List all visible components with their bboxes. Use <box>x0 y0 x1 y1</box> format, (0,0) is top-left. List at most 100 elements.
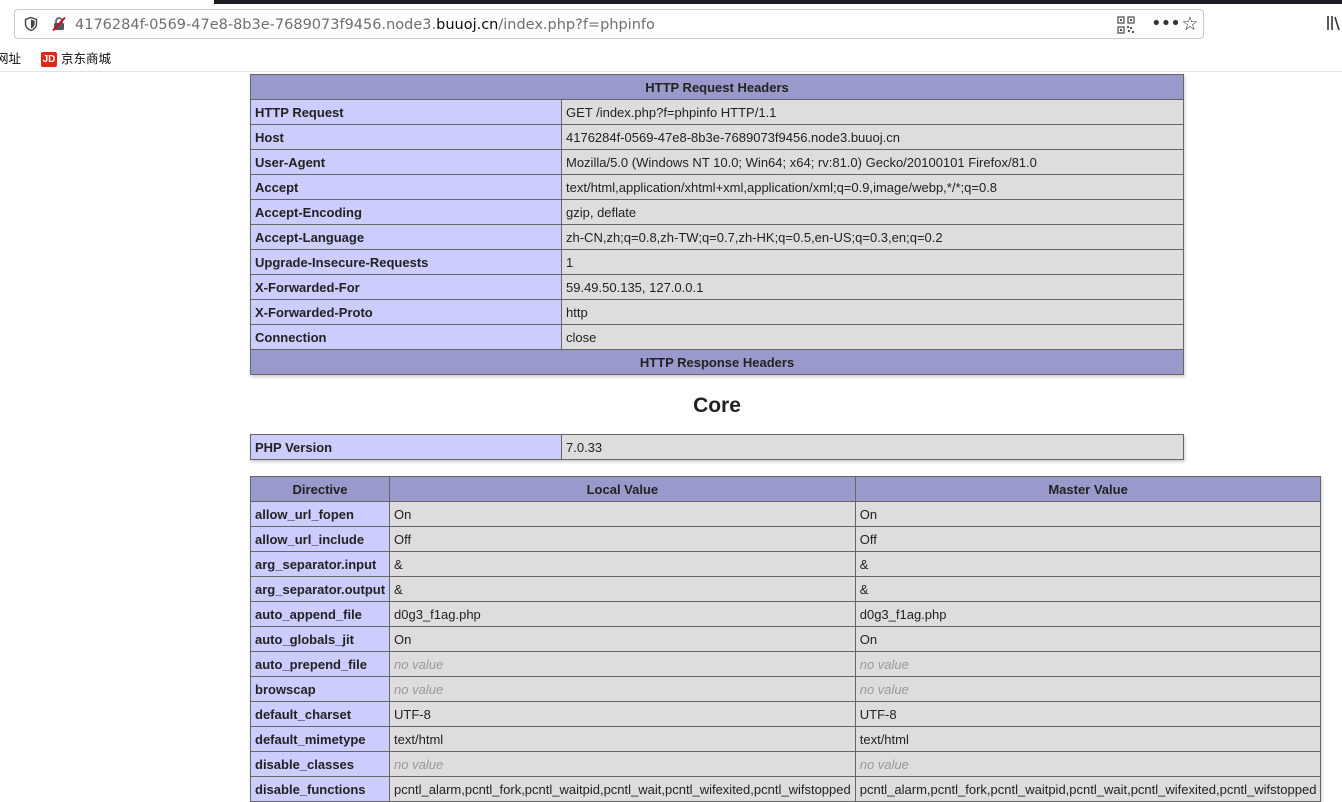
header-value: 4176284f-0569-47e8-8b3e-7689073f9456.nod… <box>561 124 1184 150</box>
table-row: Upgrade-Insecure-Requests 1 <box>250 249 1184 275</box>
table-row: disable_functions pcntl_alarm,pcntl_fork,… <box>249 776 1322 802</box>
request-headers-table: HTTP Request Headers HTTP Request GET /in… <box>250 74 1184 375</box>
directive-name: arg_separator.output <box>249 576 391 602</box>
directive-name: default_mimetype <box>249 726 391 752</box>
local-value: no value <box>389 676 856 702</box>
local-value: & <box>389 551 856 577</box>
header-value: text/html,application/xhtml+xml,applicat… <box>561 174 1184 200</box>
local-value: text/html <box>389 726 856 752</box>
header-value: gzip, deflate <box>561 199 1184 225</box>
qr-code-icon[interactable] <box>1117 16 1135 34</box>
header-value: GET /index.php?f=phpinfo HTTP/1.1 <box>561 99 1184 125</box>
local-value: On <box>389 501 856 527</box>
local-value: On <box>389 626 856 652</box>
bookmark-item-jd[interactable]: JD 京东商城 <box>41 50 111 68</box>
php-version-value: 7.0.33 <box>561 434 1184 460</box>
url-text[interactable]: 4176284f-0569-47e8-8b3e-7689073f9456.nod… <box>75 15 655 35</box>
section-title-core: Core <box>693 394 741 417</box>
table-row: auto_append_file d0g3_f1ag.php d0g3_f1ag.p… <box>249 601 1322 627</box>
directive-name: allow_url_include <box>249 526 391 552</box>
header-key: Connection <box>250 324 562 350</box>
header-key: User-Agent <box>250 149 562 175</box>
directive-name: browscap <box>249 676 391 702</box>
directive-name: auto_prepend_file <box>249 651 391 677</box>
directive-name: arg_separator.input <box>249 551 391 577</box>
jd-logo-icon: JD <box>41 51 57 67</box>
table-row: auto_prepend_file no value no value <box>249 651 1322 677</box>
master-value: & <box>854 576 1322 602</box>
directive-name: allow_url_fopen <box>249 501 391 527</box>
table-row: X-Forwarded-For 59.49.50.135, 127.0.0.1 <box>250 274 1184 300</box>
tracking-shield-icon[interactable] <box>23 16 39 32</box>
table-row: Accept-Encoding gzip, deflate <box>250 199 1184 225</box>
bookmark-label: 京东商城 <box>61 51 112 66</box>
header-key: HTTP Request <box>250 99 562 125</box>
table-row: arg_separator.output & & <box>249 576 1322 602</box>
header-value: Mozilla/5.0 (Windows NT 10.0; Win64; x64… <box>561 149 1184 175</box>
table-row: User-Agent Mozilla/5.0 (Windows NT 10.0; … <box>250 149 1184 175</box>
table-header: HTTP Request Headers <box>250 74 1184 100</box>
master-value: On <box>854 501 1322 527</box>
header-key: Upgrade-Insecure-Requests <box>250 249 562 275</box>
table-row: browscap no value no value <box>249 676 1322 702</box>
no-value: no value <box>394 756 444 772</box>
no-value: no value <box>859 656 909 672</box>
directive-name: disable_classes <box>249 751 391 777</box>
master-value: no value <box>854 751 1322 777</box>
master-value: no value <box>854 676 1322 702</box>
table-header: HTTP Response Headers <box>250 349 1184 375</box>
header-key: Host <box>250 124 562 150</box>
window-top-strip <box>214 0 1342 4</box>
header-key: Accept-Language <box>250 224 562 250</box>
local-value: UTF-8 <box>389 701 856 727</box>
no-value: no value <box>859 681 909 697</box>
master-value: UTF-8 <box>854 701 1322 727</box>
page-actions-menu-icon[interactable]: ••• <box>1151 15 1181 35</box>
master-value: & <box>854 551 1322 577</box>
no-value: no value <box>859 756 909 772</box>
table-row: PHP Version 7.0.33 <box>250 434 1184 460</box>
library-icon[interactable] <box>1326 14 1342 32</box>
table-row: default_mimetype text/html text/html <box>249 726 1322 752</box>
table-row: HTTP Request GET /index.php?f=phpinfo HTT… <box>250 99 1184 125</box>
header-key: X-Forwarded-For <box>250 274 562 300</box>
directive-name: default_charset <box>249 701 391 727</box>
table-row: default_charset UTF-8 UTF-8 <box>249 701 1322 727</box>
url-domain: buuoj.cn <box>436 17 499 33</box>
insecure-connection-icon[interactable] <box>51 16 67 32</box>
address-bar[interactable]: 4176284f-0569-47e8-8b3e-7689073f9456.nod… <box>14 9 1204 39</box>
local-value: no value <box>389 751 856 777</box>
table-row: Connection close <box>250 324 1184 350</box>
header-key: Accept-Encoding <box>250 199 562 225</box>
bookmark-item[interactable]: 网址 <box>0 50 21 68</box>
header-value: 59.49.50.135, 127.0.0.1 <box>561 274 1184 300</box>
master-value: d0g3_f1ag.php <box>854 601 1322 627</box>
url-prefix: 4176284f-0569-47e8-8b3e-7689073f9456.nod… <box>75 17 437 33</box>
local-value: no value <box>389 651 856 677</box>
table-row: allow_url_fopen On On <box>249 501 1322 527</box>
php-version-label: PHP Version <box>250 434 562 460</box>
header-value: close <box>561 324 1184 350</box>
bookmark-star-icon[interactable]: ☆ <box>1179 13 1201 35</box>
bookmarks-toolbar: 网址 JD 京东商城 <box>0 46 1342 72</box>
table-row: arg_separator.input & & <box>249 551 1322 577</box>
local-value: & <box>389 576 856 602</box>
php-version-table: PHP Version 7.0.33 <box>250 434 1184 460</box>
master-value: text/html <box>854 726 1322 752</box>
bookmark-label: 网址 <box>0 51 22 66</box>
local-value: d0g3_f1ag.php <box>389 601 856 627</box>
page-content: HTTP Request Headers HTTP Request GET /in… <box>0 74 1342 802</box>
master-value: no value <box>854 651 1322 677</box>
directive-name: auto_append_file <box>249 601 391 627</box>
table-row: X-Forwarded-Proto http <box>250 299 1184 325</box>
column-header-local: Local Value <box>389 476 856 502</box>
table-row: Accept text/html,application/xhtml+xml,ap… <box>250 174 1184 200</box>
master-value: Off <box>854 526 1322 552</box>
core-directives-table: Directive Local Value Master Value allow… <box>249 476 1322 802</box>
master-value: pcntl_alarm,pcntl_fork,pcntl_waitpid,pcn… <box>854 776 1322 802</box>
master-value: On <box>854 626 1322 652</box>
local-value: pcntl_alarm,pcntl_fork,pcntl_waitpid,pcn… <box>389 776 856 802</box>
url-path: /index.php?f=phpinfo <box>498 17 655 33</box>
header-value: zh-CN,zh;q=0.8,zh-TW;q=0.7,zh-HK;q=0.5,e… <box>561 224 1184 250</box>
table-row: disable_classes no value no value <box>249 751 1322 777</box>
